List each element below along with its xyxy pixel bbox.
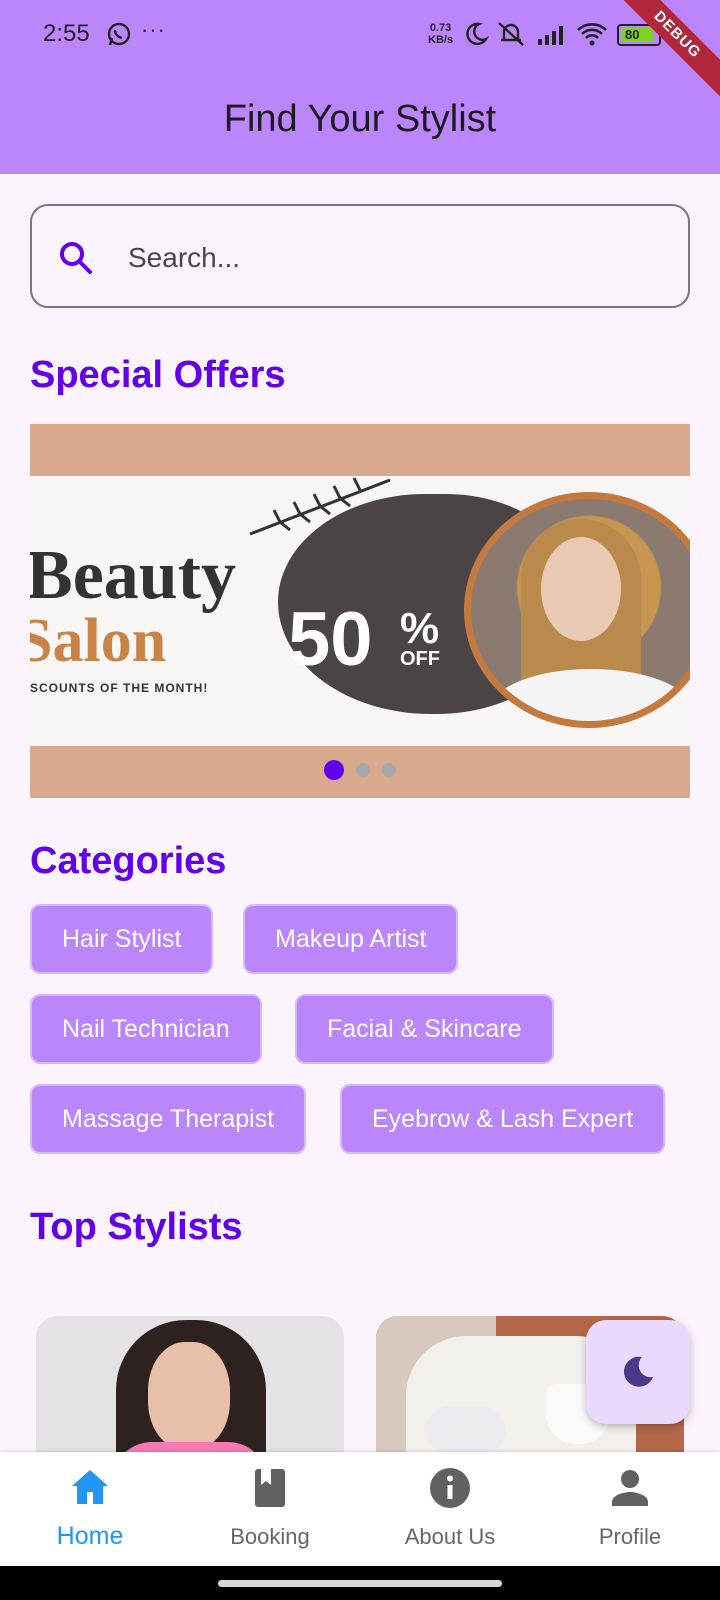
category-chip-facial-skincare[interactable]: Facial & Skincare <box>295 994 554 1064</box>
net-speed-value: 0.73 <box>429 22 452 34</box>
carousel-dot-3[interactable] <box>382 763 396 777</box>
info-icon <box>430 1468 470 1508</box>
banner-discount: 50 <box>288 597 373 682</box>
net-speed-unit: KB/s <box>428 34 454 46</box>
do-not-disturb-icon <box>466 22 489 46</box>
special-offers-heading: Special Offers <box>30 354 286 396</box>
home-gesture-handle[interactable] <box>218 1580 502 1587</box>
category-chip-hair-stylist[interactable]: Hair Stylist <box>30 904 214 974</box>
banner-off: OFF <box>400 648 440 670</box>
banner-tagline: SCOUNTS OF THE MONTH! <box>30 681 209 695</box>
network-speed: 0.73 KB/s <box>428 22 453 46</box>
signal-icon <box>538 26 563 45</box>
page-title: Find Your Stylist <box>223 98 497 140</box>
search-icon <box>60 242 92 274</box>
model-face <box>541 537 621 641</box>
carousel-dot-2[interactable] <box>356 763 370 777</box>
nav-label-booking: Booking <box>230 1524 310 1549</box>
nav-label-about-us: About Us <box>404 1524 496 1549</box>
category-chip-massage-therapist[interactable]: Massage Therapist <box>30 1084 307 1154</box>
moon-icon <box>623 1356 653 1387</box>
stylist-photo-face <box>148 1342 230 1450</box>
status-bar: 2:55 ··· 0.73 KB/s 80 <box>0 0 720 72</box>
wifi-icon <box>577 23 607 46</box>
banner-title-line2: Salon <box>30 607 167 675</box>
bottom-navigation: Home Booking About Us Profile <box>0 1452 720 1566</box>
muted-bell-icon <box>498 22 524 46</box>
person-icon <box>612 1470 648 1506</box>
nav-item-home[interactable]: Home <box>0 1452 180 1566</box>
search-input[interactable] <box>128 234 648 282</box>
category-chip-eyebrow-lash[interactable]: Eyebrow & Lash Expert <box>340 1084 666 1154</box>
banner-title-line1: Beauty <box>30 537 236 614</box>
nav-item-profile[interactable]: Profile <box>540 1452 720 1566</box>
home-icon <box>72 1470 108 1504</box>
categories-heading: Categories <box>30 840 227 882</box>
system-gesture-bar <box>0 1566 720 1600</box>
banner-percent: % <box>400 604 440 653</box>
nav-item-about-us[interactable]: About Us <box>360 1452 540 1566</box>
offer-carousel[interactable]: Beauty Salon SCOUNTS OF THE MONTH! 50 % … <box>30 424 690 798</box>
book-icon <box>255 1469 285 1507</box>
category-chip-makeup-artist[interactable]: Makeup Artist <box>243 904 459 974</box>
nav-item-booking[interactable]: Booking <box>180 1452 360 1566</box>
more-notifications-icon: ··· <box>141 17 166 42</box>
top-stylists-heading: Top Stylists <box>30 1206 243 1248</box>
banner-model-photo <box>464 492 690 728</box>
stylist-photo-glove <box>426 1406 506 1454</box>
app-header: 2:55 ··· 0.73 KB/s 80 DEBUG Find Your St… <box>0 0 720 174</box>
nav-label-profile: Profile <box>598 1524 662 1549</box>
whatsapp-icon <box>107 22 131 46</box>
carousel-indicator <box>30 760 690 782</box>
search-bar[interactable] <box>30 204 690 308</box>
theme-toggle-button[interactable] <box>586 1320 690 1424</box>
status-time: 2:55 <box>43 20 90 47</box>
offer-banner-image[interactable]: Beauty Salon SCOUNTS OF THE MONTH! 50 % … <box>30 476 690 746</box>
battery-level: 80 <box>625 27 640 42</box>
category-chip-nail-technician[interactable]: Nail Technician <box>30 994 262 1064</box>
carousel-dot-1[interactable] <box>324 760 344 780</box>
nav-label-home: Home <box>56 1522 124 1550</box>
